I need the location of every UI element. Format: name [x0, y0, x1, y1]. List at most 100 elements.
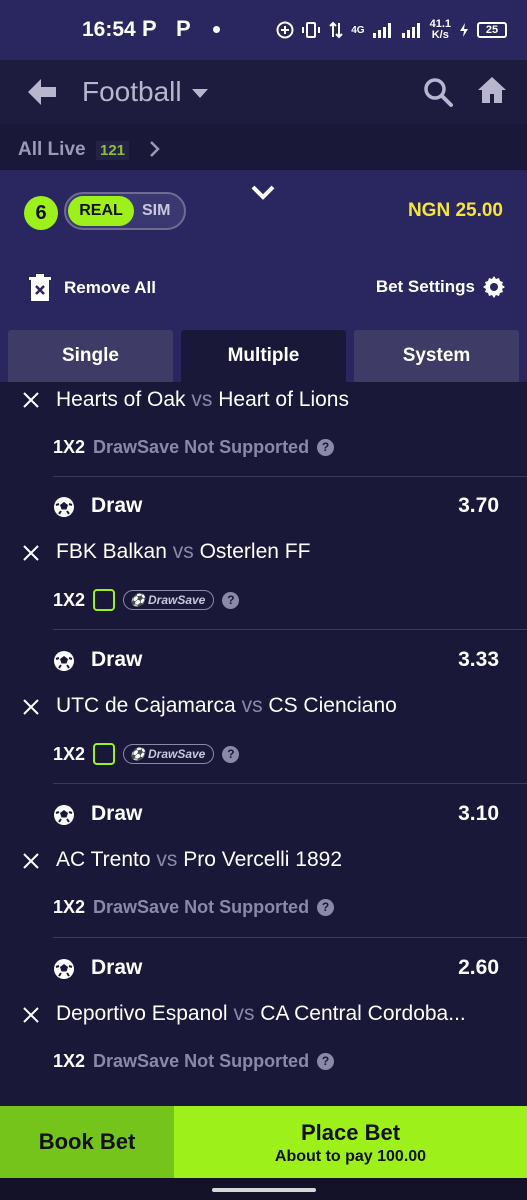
selection-name: Draw — [91, 956, 143, 979]
sport-selector[interactable]: Football — [82, 76, 208, 108]
market-row: 1X2 ⚽ DrawSave ? — [53, 589, 240, 611]
status-time: 16:54 — [82, 18, 136, 41]
vibrate-icon — [302, 22, 321, 38]
drawsave-note: DrawSave Not Supported — [93, 897, 310, 917]
soccer-ball-icon — [54, 497, 74, 517]
selection-row: Draw 3.33 — [0, 646, 527, 676]
market-row: 1X2 DrawSave Not Supported ? — [53, 897, 335, 918]
book-bet-button[interactable]: Book Bet — [0, 1106, 174, 1178]
market-row: 1X2 DrawSave Not Supported ? — [53, 437, 335, 458]
page-title: Football — [82, 76, 182, 107]
market-label: 1X2 — [53, 437, 86, 457]
selection-name: Draw — [91, 802, 143, 825]
real-sim-toggle[interactable]: REAL SIM — [64, 192, 186, 230]
all-live-bar[interactable]: All Live 121 — [0, 124, 527, 170]
selection-name: Draw — [91, 494, 143, 517]
selection-odds: 3.70 — [458, 494, 499, 517]
signal-icon — [401, 23, 420, 38]
system-nav-bar — [0, 1178, 527, 1200]
trash-icon — [29, 274, 51, 301]
remove-all-label: Remove All — [64, 278, 156, 297]
drawsave-note: DrawSave Not Supported — [93, 437, 310, 457]
toggle-sim-option[interactable]: SIM — [142, 202, 170, 220]
app-header: Football — [0, 60, 527, 124]
selection-row: Draw 3.10 — [0, 800, 527, 830]
drawsave-note: DrawSave Not Supported — [93, 1051, 310, 1071]
all-live-label: All Live — [18, 139, 86, 160]
help-icon[interactable]: ? — [222, 591, 240, 609]
market-label: 1X2 — [53, 1051, 86, 1071]
network-speed: 41.1 K/s — [429, 18, 451, 41]
close-icon[interactable] — [22, 391, 40, 409]
market-row: 1X2 ⚽ DrawSave ? — [53, 743, 240, 765]
caret-down-icon — [191, 88, 208, 98]
chevron-right-icon — [150, 141, 160, 157]
drawsave-badge: ⚽ DrawSave — [123, 744, 215, 764]
network-type: 4G — [351, 24, 365, 36]
chevron-down-icon[interactable] — [250, 184, 276, 202]
market-label: 1X2 — [53, 589, 86, 610]
balance-amount: NGN 25.00 — [407, 200, 503, 221]
notification-p-icon: P — [142, 16, 157, 41]
soccer-ball-icon — [54, 959, 74, 979]
selection-odds: 3.33 — [458, 648, 499, 671]
drawsave-checkbox[interactable] — [93, 743, 116, 765]
divider — [53, 783, 527, 784]
selection-row: Draw 2.60 — [0, 954, 527, 984]
selection-odds: 2.60 — [458, 956, 499, 979]
help-icon[interactable]: ? — [317, 899, 335, 916]
drawsave-checkbox[interactable] — [93, 589, 116, 611]
notification-dot-icon — [213, 26, 220, 33]
soccer-ball-icon — [54, 651, 74, 671]
battery-icon: 25 — [477, 22, 507, 38]
help-icon[interactable]: ? — [317, 1053, 335, 1070]
status-icons: 4G 41.1 K/s 25 — [276, 14, 507, 46]
help-icon[interactable]: ? — [222, 745, 240, 763]
market-label: 1X2 — [53, 897, 86, 917]
place-bet-button[interactable]: Place Bet About to pay 100.00 — [174, 1106, 527, 1178]
back-arrow-icon[interactable] — [24, 76, 60, 108]
toggle-real-option[interactable]: REAL — [68, 196, 134, 226]
bet-list[interactable]: Hearts of Oak vs Heart of Lions 1X2 Draw… — [0, 382, 527, 1106]
match-teams: AC Trento vs Pro Vercelli 1892 — [56, 848, 342, 871]
bet-settings-button[interactable]: Bet Settings — [376, 276, 505, 298]
divider — [53, 476, 527, 477]
remove-all-button[interactable]: Remove All — [28, 274, 156, 302]
close-icon[interactable] — [22, 852, 40, 870]
charging-icon — [460, 23, 468, 37]
selection-name: Draw — [91, 648, 143, 671]
home-gesture-handle[interactable] — [212, 1188, 316, 1192]
pay-amount-text: About to pay 100.00 — [274, 1148, 427, 1165]
market-row: 1X2 DrawSave Not Supported ? — [53, 1051, 335, 1072]
place-bet-label: Place Bet — [300, 1120, 401, 1145]
soccer-ball-icon — [54, 805, 74, 825]
bet-type-tabs: Single Multiple System — [8, 330, 519, 382]
home-icon[interactable] — [476, 74, 508, 106]
tab-single[interactable]: Single — [8, 330, 173, 382]
bet-settings-label: Bet Settings — [375, 277, 475, 296]
close-icon[interactable] — [22, 544, 40, 562]
drawsave-badge-icon: ⚽ — [130, 747, 145, 761]
drawsave-badge-icon: ⚽ — [130, 593, 145, 607]
notification-p-icon: P — [176, 16, 191, 41]
status-bar: 16:54 P P 4G 41.1 K/s 25 — [0, 0, 527, 60]
gear-icon — [483, 276, 505, 298]
selection-odds: 3.10 — [458, 802, 499, 825]
search-icon[interactable] — [422, 76, 454, 108]
match-teams: Hearts of Oak vs Heart of Lions — [56, 388, 349, 411]
match-teams: UTC de Cajamarca vs CS Cienciano — [56, 694, 397, 717]
help-icon[interactable]: ? — [317, 439, 335, 456]
tab-multiple[interactable]: Multiple — [181, 330, 346, 382]
market-label: 1X2 — [53, 743, 86, 764]
selection-row: Draw 3.70 — [0, 492, 527, 522]
divider — [53, 629, 527, 630]
close-icon[interactable] — [22, 698, 40, 716]
match-teams: Deportivo Espanol vs CA Central Cordoba.… — [56, 1002, 466, 1025]
selection-count-badge: 6 — [24, 196, 58, 230]
match-teams: FBK Balkan vs Osterlen FF — [56, 540, 311, 563]
tab-system[interactable]: System — [354, 330, 519, 382]
divider — [53, 937, 527, 938]
close-icon[interactable] — [22, 1006, 40, 1024]
betslip-footer: Book Bet Place Bet About to pay 100.00 — [0, 1106, 527, 1178]
data-transfer-icon — [329, 21, 343, 39]
